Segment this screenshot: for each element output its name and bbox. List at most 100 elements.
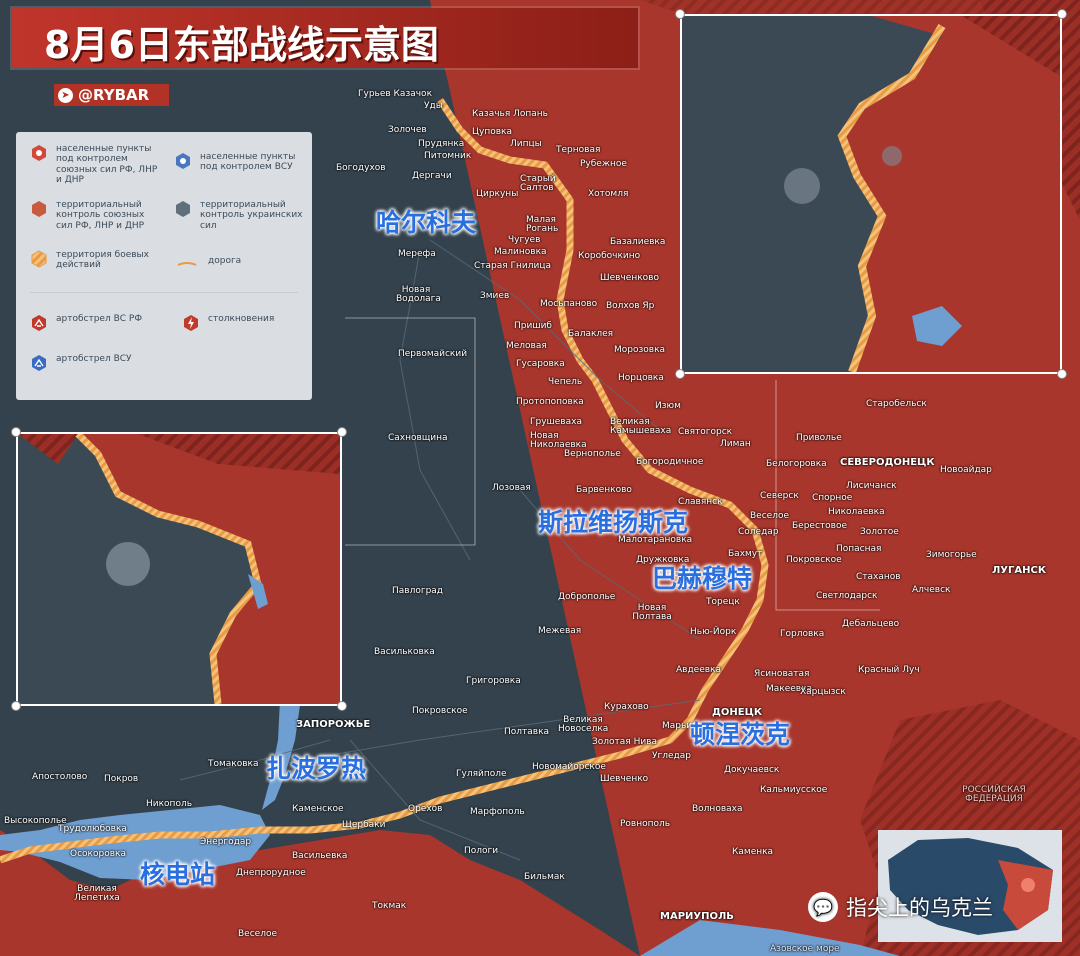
place-label: Харцызск (800, 687, 846, 697)
place-label: Коробочкино (578, 251, 641, 261)
place-label: Малая Рогань (526, 215, 559, 234)
legend-ua-settlement: населенные пункты под контролем ВСУ (174, 152, 305, 173)
place-label: Питомник (424, 151, 472, 161)
place-label: Северск (760, 491, 799, 501)
place-label: Старый Салтов (520, 174, 556, 193)
cn-label-kharkiv: 哈尔科夫 (376, 208, 477, 237)
place-label: Ясиноватая (754, 669, 810, 679)
place-label: Новомайорское (532, 762, 606, 772)
place-label: Каменское (292, 804, 344, 814)
region-azov: Азовское море (770, 944, 840, 954)
legend-ua-territory: территориальный контроль украинских сил (174, 200, 305, 231)
cn-label-zaporozhye: 扎波罗热 (266, 754, 367, 783)
place-label: Берестовое (792, 521, 848, 531)
place-label: Дергачи (412, 171, 452, 181)
place-label: Шевченково (600, 273, 659, 283)
legend-ru-artillery: артобстрел ВС РФ (30, 314, 161, 332)
place-label: Зимогорье (926, 550, 977, 560)
place-label: Докучаевск (724, 765, 780, 775)
place-label: Белогоровка (766, 459, 827, 469)
place-label: Волноваха (692, 804, 743, 814)
red-pin-icon (32, 145, 46, 161)
legend-text: населенные пункты под контролем ВСУ (200, 152, 296, 173)
place-label: Цуповка (472, 127, 512, 137)
place-label: Циркуны (476, 189, 519, 199)
map-title-banner: 8月6日东部战线示意图 (12, 8, 638, 68)
cn-label-npp: 核电站 (140, 860, 216, 889)
inset-kharkiv-base (18, 434, 340, 704)
watermark: 💬 指尖上的乌克兰 (808, 892, 993, 922)
place-label: Прудянка (418, 139, 465, 149)
place-label: Мосьпаново (540, 299, 598, 309)
place-label: Мерефа (398, 249, 436, 259)
place-label: Золотое (860, 527, 899, 537)
legend-text: территориальный контроль союзных сил РФ,… (56, 200, 145, 231)
brand-label: @RYBAR (78, 86, 150, 104)
place-label: Кальмиусское (760, 785, 828, 795)
place-label: Васильковка (374, 647, 435, 657)
map-legend: населенные пункты под контролем союзных … (16, 132, 312, 400)
place-label: Новая Водолага (396, 285, 441, 304)
striped-hexagon-icon (31, 250, 47, 268)
place-label: Токмак (372, 901, 407, 911)
legend-text: столкновения (208, 314, 275, 324)
place-label: Великая Новоселка (558, 715, 609, 734)
place-label: Великая Лепетиха (74, 884, 120, 903)
place-label: Никополь (146, 799, 193, 809)
place-label: Лозовая (492, 483, 531, 493)
place-label: Днепрорудное (236, 868, 306, 878)
place-label: ДОНЕЦК (712, 707, 763, 718)
red-hexagon-icon (32, 201, 46, 217)
place-label: Грушеваха (530, 417, 582, 427)
place-label: ЛУГАНСК (992, 565, 1047, 576)
place-label: Авдеевка (676, 665, 722, 675)
place-label: Веселое (750, 511, 789, 521)
place-label: Спорное (812, 493, 853, 503)
place-label: Горловка (780, 629, 825, 639)
place-label: Красный Луч (858, 665, 920, 675)
place-label: Лиман (720, 439, 751, 449)
place-label: Барвенково (576, 485, 632, 495)
place-label: Вернополье (564, 449, 621, 459)
place-label: Змиев (480, 291, 510, 301)
place-label: Великая Камышеваха (610, 417, 672, 436)
minimap-shape (878, 830, 1062, 942)
place-label: Лисичанск (846, 481, 897, 491)
place-label: Хотомля (588, 189, 629, 199)
legend-road: дорога (174, 256, 313, 274)
place-label: Орехов (408, 804, 443, 814)
wechat-icon: 💬 (808, 892, 838, 922)
place-label: Григоровка (466, 676, 521, 686)
place-label: Васильевка (292, 851, 348, 861)
place-label: Веселое (238, 929, 277, 939)
legend-text: артобстрел ВСУ (56, 354, 132, 364)
place-label: Богородичное (636, 457, 704, 467)
place-label: Золотая Нива (592, 737, 658, 747)
place-label: Осокоровка (70, 849, 126, 859)
place-label: Попасная (836, 544, 882, 554)
legend-text: территория боевых действий (56, 250, 149, 271)
blue-artillery-icon (32, 355, 46, 371)
telegram-icon: ➤ (58, 87, 73, 103)
place-label: Чугуев (508, 235, 541, 245)
place-label: Покровское (412, 706, 468, 716)
place-label: Базалиевка (610, 237, 666, 247)
place-label: Межевая (538, 626, 582, 636)
cn-label-donetsk: 顿涅茨克 (690, 720, 791, 749)
place-label: Светлодарск (816, 591, 878, 601)
place-label: Бахмут (728, 549, 763, 559)
place-label: Уды (424, 101, 443, 111)
place-label: Малотарановка (618, 535, 693, 545)
legend-ua-artillery: артобстрел ВСУ (30, 354, 161, 372)
legend-text: артобстрел ВС РФ (56, 314, 143, 324)
place-label: Терновая (556, 145, 601, 155)
place-label: Малиновка (494, 247, 547, 257)
place-label: Марфополь (470, 807, 525, 817)
place-label: Богодухов (336, 163, 386, 173)
place-label: Апостолово (32, 772, 88, 782)
legend-fighting: территория боевых действий (30, 250, 161, 271)
inset-map-east (680, 14, 1062, 374)
place-label: Полтавка (504, 727, 550, 737)
region-russia: РОССИЙСКАЯ ФЕДЕРАЦИЯ (962, 785, 1026, 804)
place-label: Каменка (732, 847, 774, 857)
